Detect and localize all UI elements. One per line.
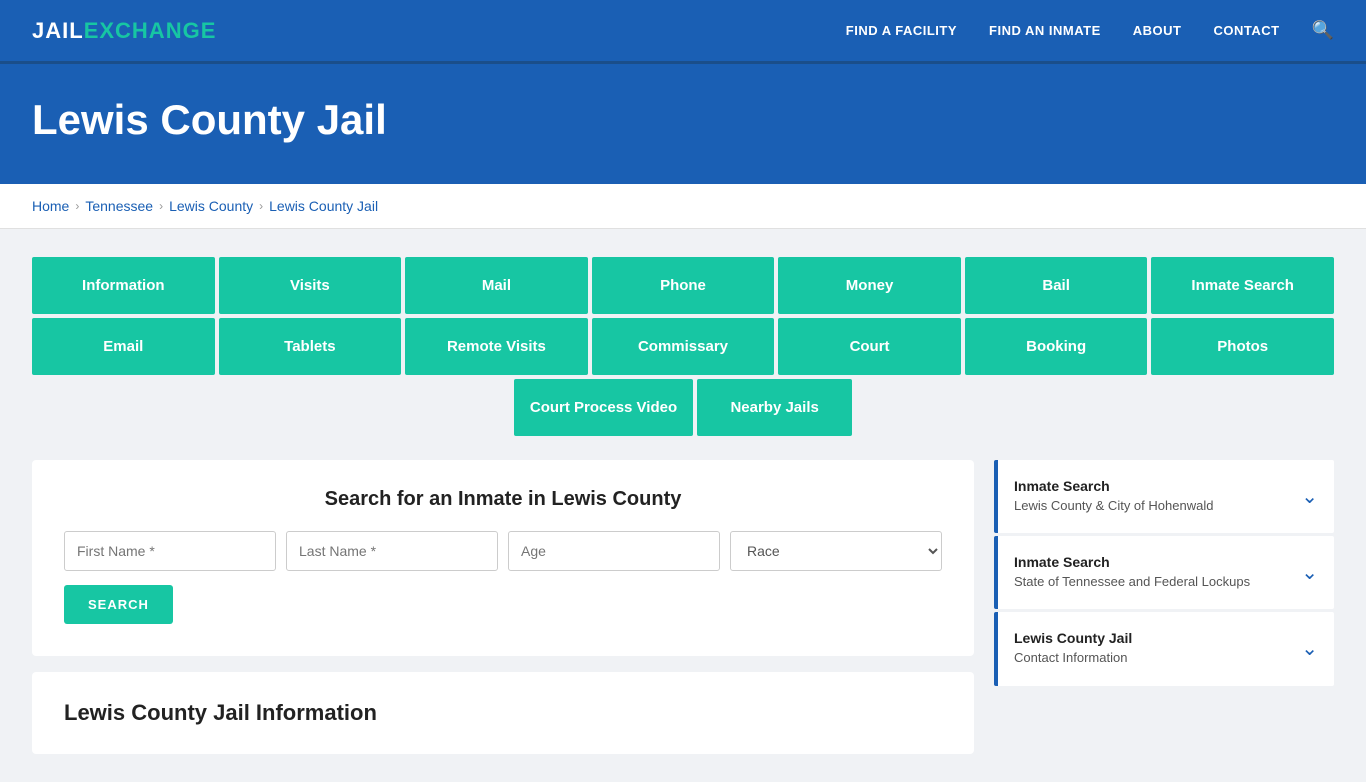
main-nav: JAILEXCHANGE FIND A FACILITY FIND AN INM… (0, 0, 1366, 64)
nav-find-facility[interactable]: FIND A FACILITY (846, 23, 957, 38)
grid-btn-row1-2[interactable]: Mail (405, 257, 588, 314)
grid-btn-row1-0[interactable]: Information (32, 257, 215, 314)
breadcrumb-home[interactable]: Home (32, 198, 69, 214)
grid-btn-row3-0[interactable]: Court Process Video (514, 379, 693, 436)
grid-row-3: Court Process VideoNearby Jails (32, 379, 1334, 436)
hero-section: Lewis County Jail (0, 64, 1366, 184)
grid-btn-row1-5[interactable]: Bail (965, 257, 1148, 314)
sidebar-item-title-inmate-search-local: Inmate Search (1014, 478, 1213, 494)
grid-btn-row2-5[interactable]: Booking (965, 318, 1148, 375)
sidebar-item-inmate-search-state[interactable]: Inmate Search State of Tennessee and Fed… (994, 536, 1334, 609)
search-icon[interactable]: 🔍 (1312, 20, 1334, 41)
grid-btn-row1-1[interactable]: Visits (219, 257, 402, 314)
logo-jail: JAIL (32, 18, 84, 44)
sidebar-item-contact-info[interactable]: Lewis County Jail Contact Information ⌄ (994, 612, 1334, 685)
nav-contact[interactable]: CONTACT (1213, 23, 1279, 38)
age-input[interactable] (508, 531, 720, 571)
search-fields: RaceWhiteBlackHispanicAsianNative Americ… (64, 531, 942, 571)
sidebar-item-text-inmate-search-state: Inmate Search State of Tennessee and Fed… (1014, 554, 1250, 591)
sidebar-item-subtitle-inmate-search-local: Lewis County & City of Hohenwald (1014, 497, 1213, 515)
chevron-down-icon-inmate-search-local: ⌄ (1301, 484, 1318, 509)
sidebar-item-subtitle-inmate-search-state: State of Tennessee and Federal Lockups (1014, 573, 1250, 591)
breadcrumb: Home › Tennessee › Lewis County › Lewis … (0, 184, 1366, 229)
breadcrumb-current: Lewis County Jail (269, 198, 378, 214)
breadcrumb-tennessee[interactable]: Tennessee (85, 198, 153, 214)
grid-btn-row2-2[interactable]: Remote Visits (405, 318, 588, 375)
sidebar-item-text-inmate-search-local: Inmate Search Lewis County & City of Hoh… (1014, 478, 1213, 515)
race-select[interactable]: RaceWhiteBlackHispanicAsianNative Americ… (730, 531, 942, 571)
site-logo[interactable]: JAILEXCHANGE (32, 18, 216, 44)
sidebar-item-title-inmate-search-state: Inmate Search (1014, 554, 1250, 570)
grid-row-2: EmailTabletsRemote VisitsCommissaryCourt… (32, 318, 1334, 375)
grid-btn-row1-4[interactable]: Money (778, 257, 961, 314)
grid-btn-row2-0[interactable]: Email (32, 318, 215, 375)
info-title: Lewis County Jail Information (64, 700, 942, 726)
search-card: Search for an Inmate in Lewis County Rac… (32, 460, 974, 656)
grid-btn-row2-4[interactable]: Court (778, 318, 961, 375)
search-button[interactable]: SEARCH (64, 585, 173, 624)
left-column: Search for an Inmate in Lewis County Rac… (32, 460, 974, 754)
main-content: InformationVisitsMailPhoneMoneyBailInmat… (0, 229, 1366, 782)
sidebar-item-text-contact-info: Lewis County Jail Contact Information (1014, 630, 1132, 667)
grid-btn-row2-1[interactable]: Tablets (219, 318, 402, 375)
grid-btn-row3-1[interactable]: Nearby Jails (697, 379, 852, 436)
grid-btn-row1-3[interactable]: Phone (592, 257, 775, 314)
sidebar-item-inmate-search-local[interactable]: Inmate Search Lewis County & City of Hoh… (994, 460, 1334, 533)
logo-exchange: EXCHANGE (84, 18, 217, 44)
page-title: Lewis County Jail (32, 96, 1334, 144)
first-name-input[interactable] (64, 531, 276, 571)
sidebar-item-title-contact-info: Lewis County Jail (1014, 630, 1132, 646)
content-layout: Search for an Inmate in Lewis County Rac… (32, 460, 1334, 754)
nav-links: FIND A FACILITY FIND AN INMATE ABOUT CON… (846, 20, 1334, 41)
right-column: Inmate Search Lewis County & City of Hoh… (994, 460, 1334, 689)
chevron-down-icon-contact-info: ⌄ (1301, 636, 1318, 661)
sidebar-item-subtitle-contact-info: Contact Information (1014, 649, 1132, 667)
breadcrumb-lewis-county[interactable]: Lewis County (169, 198, 253, 214)
grid-btn-row2-3[interactable]: Commissary (592, 318, 775, 375)
info-card: Lewis County Jail Information (32, 672, 974, 754)
grid-btn-row2-6[interactable]: Photos (1151, 318, 1334, 375)
nav-find-inmate[interactable]: FIND AN INMATE (989, 23, 1101, 38)
chevron-down-icon-inmate-search-state: ⌄ (1301, 560, 1318, 585)
last-name-input[interactable] (286, 531, 498, 571)
grid-btn-row1-6[interactable]: Inmate Search (1151, 257, 1334, 314)
grid-row-1: InformationVisitsMailPhoneMoneyBailInmat… (32, 257, 1334, 314)
nav-about[interactable]: ABOUT (1133, 23, 1182, 38)
search-title: Search for an Inmate in Lewis County (64, 488, 942, 511)
